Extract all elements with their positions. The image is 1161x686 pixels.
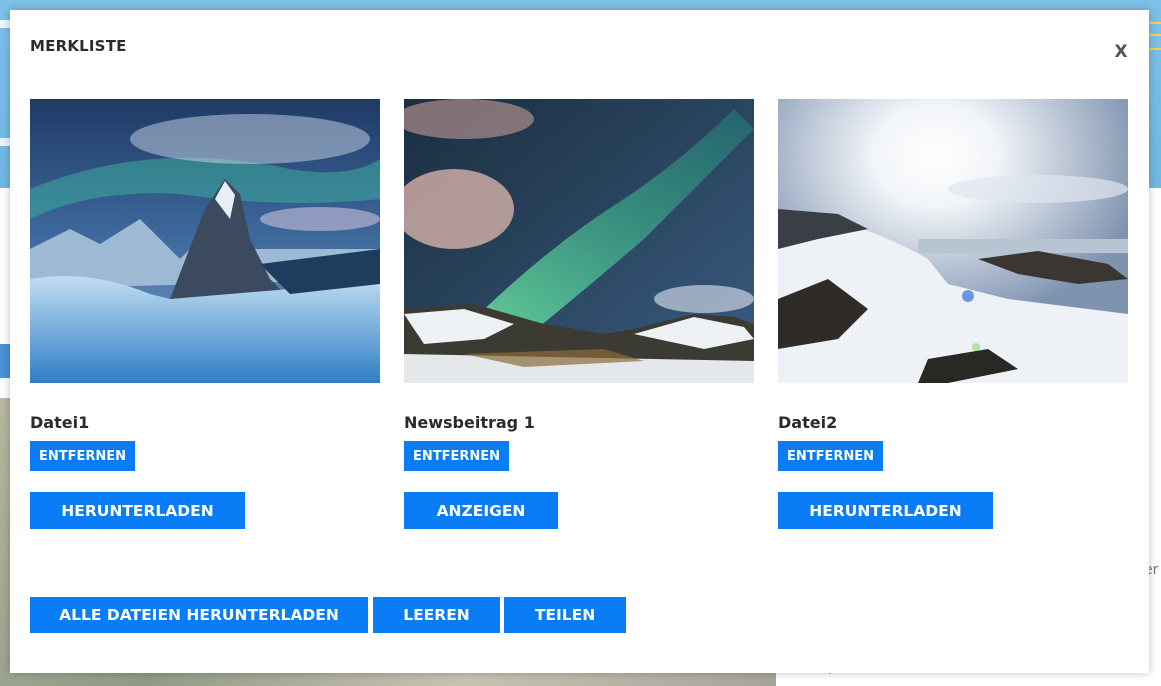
modal-title: MERKLISTE (30, 37, 127, 55)
watchlist-item: Datei1 ENTFERNEN HERUNTERLADEN (30, 99, 380, 529)
item-thumbnail[interactable] (30, 99, 380, 383)
watchlist-item: Datei2 ENTFERNEN HERUNTERLADEN (778, 99, 1128, 529)
aurora-mountain-image (30, 99, 380, 383)
clear-button[interactable]: LEEREN (373, 597, 500, 633)
snowy-coast-image (778, 99, 1128, 383)
merkliste-modal: MERKLISTE X Datei1 ENTFERNEN HERUNTERLAD… (10, 10, 1149, 673)
close-button[interactable]: X (1112, 41, 1130, 63)
remove-button[interactable]: ENTFERNEN (778, 441, 883, 471)
item-title: Datei1 (30, 413, 90, 432)
download-button[interactable]: HERUNTERLADEN (778, 492, 993, 529)
item-thumbnail[interactable] (404, 99, 754, 383)
remove-button[interactable]: ENTFERNEN (404, 441, 509, 471)
remove-button[interactable]: ENTFERNEN (30, 441, 135, 471)
item-title: Newsbeitrag 1 (404, 413, 535, 432)
menu-icon (1149, 22, 1161, 50)
download-all-button[interactable]: ALLE DATEIEN HERUNTERLADEN (30, 597, 368, 633)
view-button[interactable]: ANZEIGEN (404, 492, 558, 529)
watchlist-item: Newsbeitrag 1 ENTFERNEN ANZEIGEN (404, 99, 754, 529)
share-button[interactable]: TEILEN (504, 597, 626, 633)
green-aurora-image (404, 99, 754, 383)
item-title: Datei2 (778, 413, 838, 432)
download-button[interactable]: HERUNTERLADEN (30, 492, 245, 529)
item-thumbnail[interactable] (778, 99, 1128, 383)
